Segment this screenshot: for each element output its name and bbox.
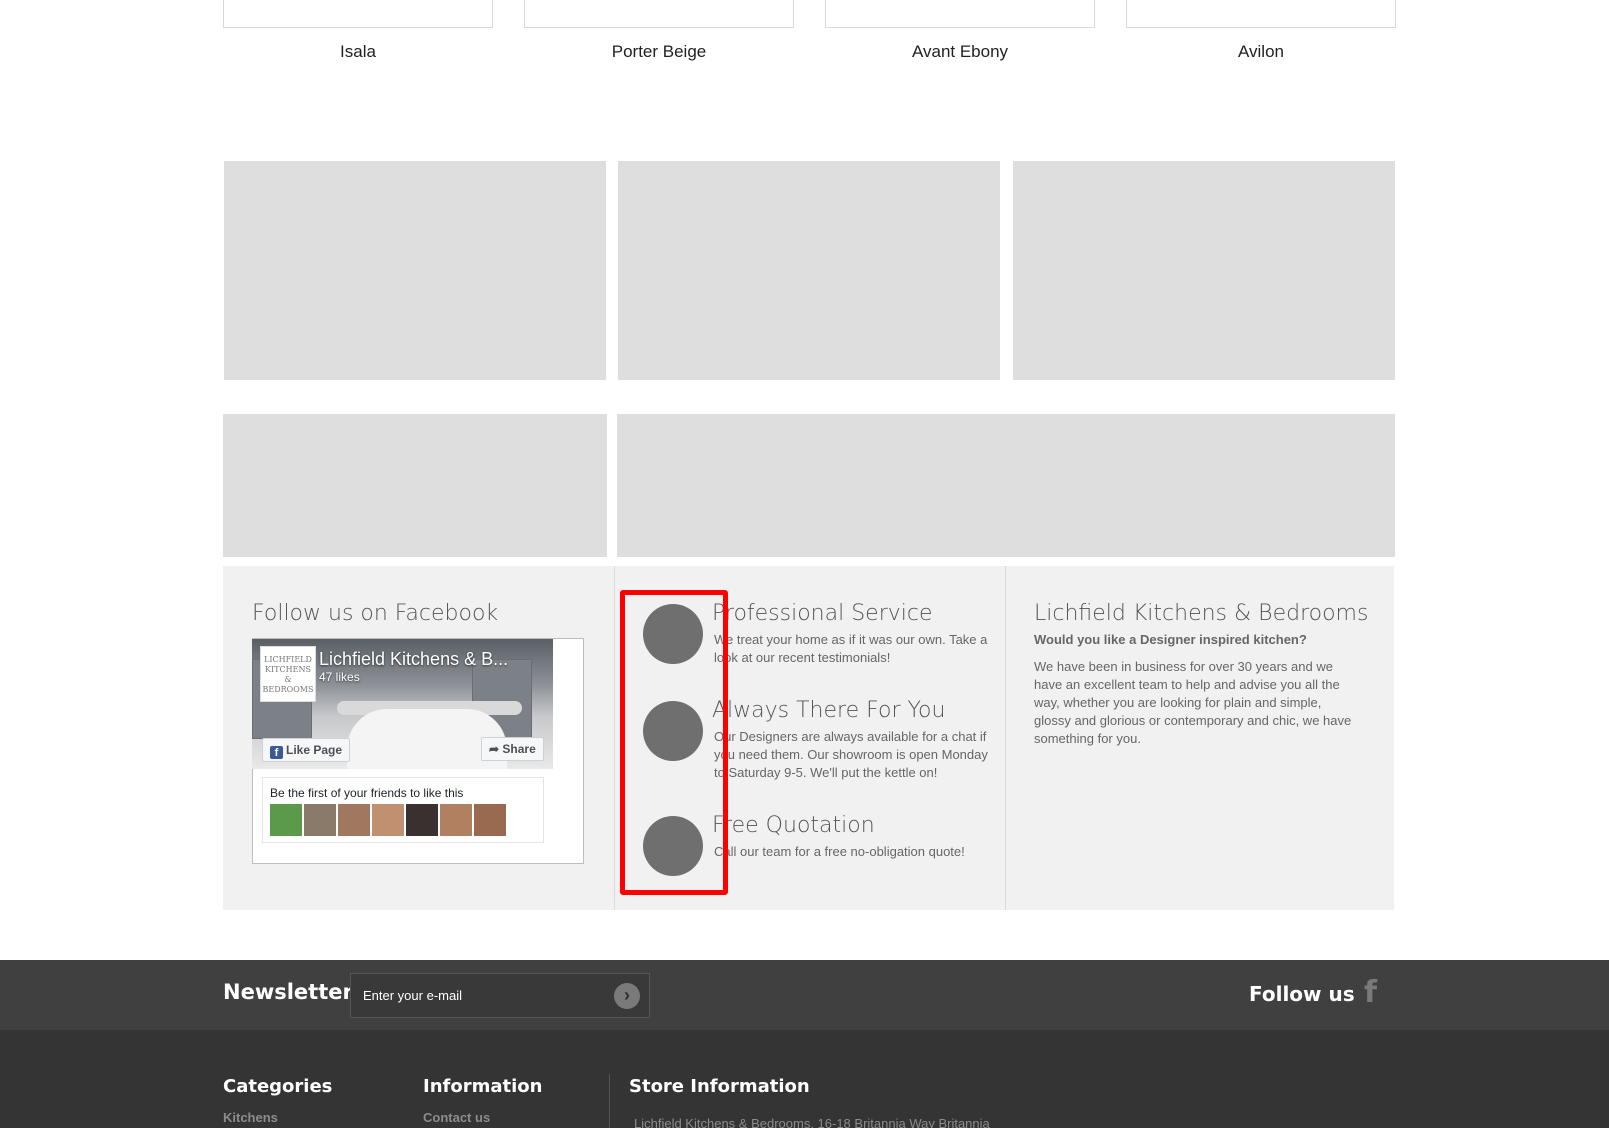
feature-title-always-there: Always There For You <box>712 698 946 723</box>
friend-avatar[interactable] <box>474 804 506 836</box>
product-name-isala[interactable]: Isala <box>223 42 493 62</box>
footer-divider <box>609 1074 610 1128</box>
product-name-avant-ebony[interactable]: Avant Ebony <box>825 42 1095 62</box>
facebook-section-title: Follow us on Facebook <box>252 601 499 626</box>
follow-us-label: Follow us <box>1249 982 1355 1006</box>
highlight-box <box>620 590 728 895</box>
footer-information-title: Information <box>423 1076 543 1097</box>
promo-banner-5[interactable] <box>617 414 1395 557</box>
arrow-right-icon[interactable]: › <box>614 983 640 1009</box>
column-divider <box>1005 566 1006 910</box>
product-name-avilon[interactable]: Avilon <box>1126 42 1396 62</box>
facebook-friends-text: Be the first of your friends to like thi… <box>270 786 464 800</box>
promo-banner-4[interactable] <box>223 414 607 557</box>
product-image-porter-beige[interactable] <box>524 0 794 28</box>
product-image-avant-ebony[interactable] <box>825 0 1095 28</box>
facebook-like-count: 47 likes <box>319 670 360 684</box>
share-label: Share <box>502 742 536 756</box>
footer-store-title: Store Information <box>629 1076 810 1097</box>
footer-link-contact-us[interactable]: Contact us <box>423 1110 490 1125</box>
facebook-like-page-button[interactable]: f Like Page <box>262 738 351 762</box>
footer-store-address: Lichfield Kitchens & Bedrooms, 16-18 Bri… <box>634 1116 990 1128</box>
friend-avatar[interactable] <box>304 804 336 836</box>
product-name-porter-beige[interactable]: Porter Beige <box>524 42 794 62</box>
share-arrow-icon: ➦ <box>489 742 500 756</box>
promo-banner-1[interactable] <box>224 161 606 380</box>
like-page-label: Like Page <box>286 743 343 757</box>
footer-link-kitchens[interactable]: Kitchens <box>223 1110 278 1125</box>
facebook-icon[interactable]: f <box>1364 975 1377 1010</box>
promo-banner-2[interactable] <box>618 161 1000 380</box>
feature-text-free-quotation: Call our team for a free no-obligation q… <box>714 844 965 859</box>
facebook-icon: f <box>270 746 283 759</box>
newsletter-email-input[interactable] <box>350 973 650 1018</box>
feature-text-professional-service: We treat your home as if it was our own.… <box>714 632 988 665</box>
footer-categories-title: Categories <box>223 1076 333 1097</box>
facebook-page-logo[interactable]: LICHFIELD KITCHENS & BEDROOMS <box>260 646 316 702</box>
friend-avatar[interactable] <box>406 804 438 836</box>
friend-avatar[interactable] <box>372 804 404 836</box>
feature-text-always-there: Our Designers are always available for a… <box>714 729 988 780</box>
friend-avatar[interactable] <box>338 804 370 836</box>
promo-banner-3[interactable] <box>1013 161 1395 380</box>
about-text: We have been in business for over 30 yea… <box>1034 659 1352 746</box>
feature-title-professional-service: Professional Service <box>712 601 933 626</box>
newsletter-title: Newsletter <box>223 980 353 1004</box>
facebook-share-button[interactable]: ➦ Share <box>481 737 544 761</box>
facebook-page-name[interactable]: Lichfield Kitchens & B... <box>319 649 508 670</box>
about-subtitle: Would you like a Designer inspired kitch… <box>1034 632 1307 647</box>
friend-avatar[interactable] <box>440 804 472 836</box>
product-image-isala[interactable] <box>223 0 493 28</box>
column-divider <box>614 566 615 910</box>
about-title: Lichfield Kitchens & Bedrooms <box>1034 601 1369 626</box>
friend-avatar[interactable] <box>270 804 302 836</box>
feature-title-free-quotation: Free Quotation <box>712 813 875 838</box>
product-image-avilon[interactable] <box>1126 0 1396 28</box>
